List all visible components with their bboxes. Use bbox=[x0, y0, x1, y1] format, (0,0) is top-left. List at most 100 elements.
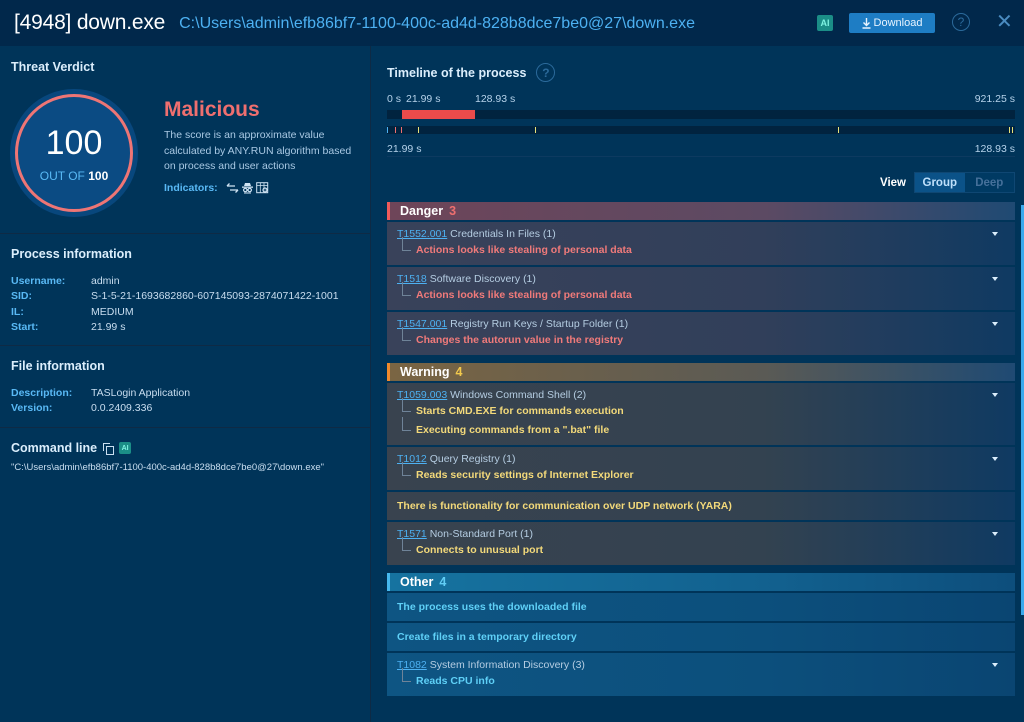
file-info-fields: Description: TASLogin Application Version… bbox=[11, 386, 190, 417]
start-key: Start: bbox=[11, 320, 39, 333]
behavior-groups: Danger 3 T1552.001 Credentials In Files (1… bbox=[387, 202, 1015, 704]
process-title: [4948] down.exe bbox=[14, 11, 166, 34]
timeline-proc-start-label: 21.99 s bbox=[406, 93, 441, 105]
view-deep-button[interactable]: Deep bbox=[964, 173, 1014, 192]
group-name: Warning bbox=[400, 365, 450, 379]
timeline-header: Timeline of the process ? bbox=[387, 63, 556, 82]
indicators-label: Indicators: bbox=[164, 182, 218, 194]
timeline-zoom-end-label: 128.93 s bbox=[974, 143, 1015, 155]
view-group-button[interactable]: Group bbox=[915, 173, 965, 192]
help-icon[interactable]: ? bbox=[952, 13, 970, 31]
behavior-text: Create files in a temporary directory bbox=[397, 631, 577, 643]
timeline-total-label: 921.25 s bbox=[974, 93, 1015, 105]
timeline-event-tick[interactable] bbox=[534, 127, 536, 133]
description-value: TASLogin Application bbox=[91, 387, 191, 399]
behavior-item[interactable]: There is functionality for communication… bbox=[387, 492, 1015, 520]
out-of-value: 100 bbox=[88, 169, 109, 183]
technique-title: System Information Discovery (3) bbox=[429, 659, 585, 671]
behavior-detail: Connects to unusual port bbox=[397, 537, 1005, 560]
username-value: admin bbox=[91, 275, 120, 287]
timeline-overview-bar[interactable] bbox=[387, 110, 1015, 119]
timeline-event-tick[interactable] bbox=[1011, 127, 1013, 133]
behavior-detail: Executing commands from a ".bat" file bbox=[397, 417, 1005, 440]
verdict-description: The score is an approximate value calcul… bbox=[164, 129, 352, 172]
timeline-event-tick[interactable] bbox=[400, 127, 402, 133]
expand-caret-icon[interactable] bbox=[992, 532, 998, 536]
process-path: C:\Users\admin\efb86bf7-1100-400c-ad4d-8… bbox=[179, 15, 695, 32]
timeline-events-bar[interactable] bbox=[387, 126, 1015, 134]
behavior-item[interactable]: T1059.003 Windows Command Shell (2) Start… bbox=[387, 383, 1015, 445]
timeline-start-label: 0 s bbox=[387, 93, 402, 105]
divider bbox=[0, 345, 370, 346]
command-line-title: Command line bbox=[11, 441, 98, 455]
score-value: 100 bbox=[45, 124, 103, 162]
view-toggle: Group Deep bbox=[914, 172, 1015, 193]
dialog-header: [4948] down.exe C:\Users\admin\efb86bf7-… bbox=[0, 0, 1024, 46]
group-count: 3 bbox=[449, 204, 457, 218]
behavior-detail: Changes the autorun value in the registr… bbox=[397, 327, 1005, 350]
behavior-item[interactable]: T1518 Software Discovery (1) Actions look… bbox=[387, 267, 1015, 310]
timeline-title: Timeline of the process bbox=[387, 65, 527, 80]
score-out-of: OUT OF 100 bbox=[18, 169, 130, 183]
download-button[interactable]: Download bbox=[849, 13, 935, 33]
behavior-item[interactable]: T1547.001 Registry Run Keys / Startup Fo… bbox=[387, 312, 1015, 355]
behavior-detail: Starts CMD.EXE for commands execution bbox=[397, 398, 1005, 421]
timeline-event-tick[interactable] bbox=[418, 127, 420, 133]
help-icon[interactable]: ? bbox=[536, 63, 556, 82]
right-panel: Timeline of the process ? 0 s 21.99 s 12… bbox=[372, 46, 1024, 722]
username-key: Username: bbox=[11, 275, 66, 287]
technique-title: Non-Standard Port (1) bbox=[429, 528, 534, 540]
out-of-label: OUT OF bbox=[39, 169, 85, 183]
expand-caret-icon[interactable] bbox=[992, 393, 998, 397]
left-panel: Threat Verdict 100 OUT OF 100 Malicious … bbox=[0, 46, 371, 722]
expand-caret-icon[interactable] bbox=[992, 277, 998, 281]
process-info-title: Process information bbox=[11, 247, 132, 261]
divider bbox=[0, 233, 370, 234]
behavior-item[interactable]: Create files in a temporary directory bbox=[387, 623, 1015, 651]
behavior-item[interactable]: T1571 Non-Standard Port (1) Connects to u… bbox=[387, 522, 1015, 565]
divider bbox=[0, 427, 370, 428]
timeline-event-tick[interactable] bbox=[394, 127, 396, 133]
network-arrows-icon[interactable] bbox=[226, 182, 239, 194]
verdict-label: Malicious bbox=[164, 98, 260, 121]
group-danger: Danger 3 T1552.001 Credentials In Files (1… bbox=[387, 202, 1015, 355]
download-arrow-icon bbox=[862, 17, 871, 29]
behavior-item[interactable]: T1552.001 Credentials In Files (1) Action… bbox=[387, 222, 1015, 265]
copy-icon[interactable] bbox=[103, 442, 115, 455]
behavior-detail: Reads security settings of Internet Expl… bbox=[397, 462, 1005, 485]
group-header[interactable]: Danger 3 bbox=[387, 202, 1015, 220]
behavior-detail: Actions looks like stealing of personal … bbox=[397, 237, 1005, 260]
timeline-event-tick[interactable] bbox=[1009, 127, 1011, 133]
behavior-item[interactable]: T1082 System Information Discovery (3) Re… bbox=[387, 653, 1015, 696]
close-icon[interactable]: ✕ bbox=[996, 11, 1013, 33]
behavior-item[interactable]: The process uses the downloaded file bbox=[387, 593, 1015, 621]
behavior-detail: Reads CPU info bbox=[397, 668, 1005, 691]
spy-icon[interactable] bbox=[241, 182, 254, 194]
expand-caret-icon[interactable] bbox=[992, 663, 998, 667]
expand-caret-icon[interactable] bbox=[992, 322, 998, 326]
technique-title: Registry Run Keys / Startup Folder (1) bbox=[450, 318, 629, 330]
behavior-text: The process uses the downloaded file bbox=[397, 601, 587, 613]
technique-title: Windows Command Shell (2) bbox=[450, 389, 587, 401]
ai-button[interactable]: AI bbox=[119, 442, 132, 454]
expand-caret-icon[interactable] bbox=[992, 232, 998, 236]
score-circle: 100 OUT OF 100 bbox=[10, 89, 138, 217]
timeline-event-tick[interactable] bbox=[387, 127, 388, 133]
score-ring: 100 OUT OF 100 bbox=[15, 94, 133, 212]
indicators: Indicators: bbox=[164, 182, 269, 194]
description-key: Description: bbox=[11, 387, 73, 399]
process-info-fields: Username: admin SID: S-1-5-21-1693682860-6… bbox=[11, 274, 339, 335]
expand-caret-icon[interactable] bbox=[992, 457, 998, 461]
version-key: Version: bbox=[11, 402, 53, 415]
registry-grid-icon[interactable] bbox=[255, 182, 269, 194]
group-header[interactable]: Warning 4 bbox=[387, 363, 1015, 381]
download-label: Download bbox=[873, 17, 923, 29]
file-info-title: File information bbox=[11, 359, 105, 373]
process-span-bar[interactable] bbox=[401, 110, 475, 119]
behavior-item[interactable]: T1012 Query Registry (1) Reads security s… bbox=[387, 447, 1015, 490]
ai-button[interactable]: AI bbox=[817, 15, 833, 31]
group-header[interactable]: Other 4 bbox=[387, 573, 1015, 591]
technique-title: Software Discovery (1) bbox=[429, 273, 536, 285]
timeline-event-tick[interactable] bbox=[837, 127, 839, 133]
sid-key: SID: bbox=[11, 290, 32, 303]
